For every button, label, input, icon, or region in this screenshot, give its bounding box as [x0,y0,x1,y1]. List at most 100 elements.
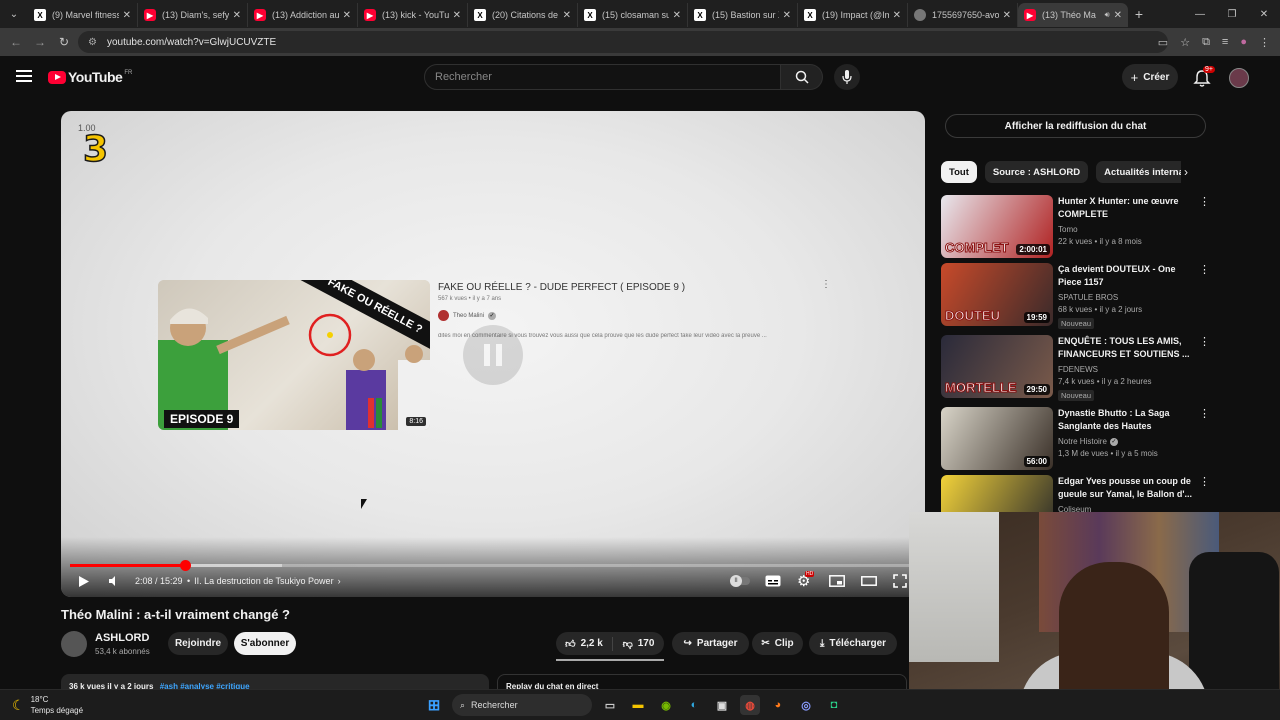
channel-name[interactable]: ASHLORD [95,632,149,644]
join-button[interactable]: Rejoindre [168,632,228,655]
reco-title[interactable]: ENQUÊTE : TOUS LES AMIS, FINANCEURS ET S… [1058,335,1192,361]
bookmark-star-icon[interactable]: ☆ [1180,36,1190,49]
chevron-right-icon[interactable]: › [1184,165,1188,179]
subscribe-button[interactable]: S'abonner [234,632,296,655]
voice-search-button[interactable] [834,64,860,90]
weather-widget[interactable]: ☾ 18°C Temps dégagé [12,694,83,716]
site-info-icon[interactable]: ⚙ [88,37,97,48]
edge-icon[interactable]: ◐ [684,695,704,715]
autoplay-toggle[interactable]: II [730,571,750,591]
scrubber-handle[interactable] [180,560,192,571]
file-explorer-icon[interactable]: ▬ [628,695,648,715]
discord-icon[interactable]: ◎ [796,695,816,715]
search-input[interactable]: Rechercher [424,64,781,90]
chrome-icon[interactable]: ◍ [740,695,760,715]
filter-chip[interactable]: Actualités internatio [1096,161,1181,183]
extensions-icon[interactable]: ⧉ [1202,36,1210,49]
browser-tab[interactable]: ▶ (13) Théo Ma 🔊︎ ✕ [1018,3,1128,27]
store-icon[interactable]: ▣ [712,695,732,715]
youtube-logo[interactable]: YouTube FR [48,69,132,85]
close-tab-icon[interactable]: ✕ [1003,10,1011,21]
menu-hamburger-icon[interactable] [16,70,32,82]
browser-tab[interactable]: ▶ (13) kick - YouTub ✕ [358,3,468,27]
close-tab-icon[interactable]: ✕ [783,10,791,21]
url-field[interactable]: ⚙ youtube.com/watch?v=GlwjUCUVZTE [78,31,1168,53]
progress-bar[interactable] [70,560,916,571]
reload-icon[interactable]: ↻ [52,35,76,49]
search-button[interactable] [781,64,823,90]
app-icon[interactable]: ◘ [824,695,844,715]
play-button[interactable] [78,571,90,591]
miniplayer-button[interactable] [829,571,845,591]
close-tab-icon[interactable]: ✕ [343,10,351,21]
browser-tab[interactable]: ▶ (13) Diam's, sefyu ✕ [138,3,248,27]
account-avatar[interactable] [1229,68,1249,88]
reco-title[interactable]: Ça devient DOUTEUX - One Piece 1157 [1058,263,1192,289]
firefox-icon[interactable]: ◕ [768,695,788,715]
task-view-icon[interactable]: ▭ [600,695,620,715]
dislike-button[interactable]: 👎︎ 170 [613,638,664,650]
filter-chip[interactable]: Source : ASHLORD [984,161,1089,183]
filter-chip[interactable]: Tout [941,161,977,183]
profile-icon[interactable]: ● [1240,36,1247,48]
channel-avatar[interactable] [61,631,87,657]
mute-button[interactable] [108,571,120,591]
recommended-video[interactable]: COMPLET 2:00:01 Hunter X Hunter: une œuvre… [941,195,1210,259]
reco-title[interactable]: Hunter X Hunter: une œuvre COMPLETE [1058,195,1192,221]
browser-tab[interactable]: X (19) Impact (@Im ✕ [798,3,908,27]
back-icon[interactable]: ← [4,35,28,49]
reco-channel[interactable]: Notre Histoire ✓ [1058,437,1118,446]
create-button[interactable]: + Créer [1122,64,1178,90]
close-tab-icon[interactable]: ✕ [893,10,901,21]
reco-thumbnail[interactable]: DOUTEU 19:59 [941,263,1053,326]
browser-tab[interactable]: X (15) Bastion sur X ✕ [688,3,798,27]
chapter-button[interactable]: • II. La destruction de Tsukiyo Power › [183,571,341,591]
browser-menu-icon[interactable]: ⋮ [1259,36,1270,49]
recommended-video[interactable]: MORTELLE 29:50 ENQUÊTE : TOUS LES AMIS, FI… [941,335,1210,401]
recommended-video[interactable]: DOUTEU 19:59 Ça devient DOUTEUX - One Piec… [941,263,1210,329]
video-player[interactable]: 1.00 3 FAKE OU RÉELLE ? EPISODE 9 8:16 F… [61,111,925,597]
close-window-icon[interactable]: ✕ [1248,0,1280,28]
windows-start-icon[interactable]: ⊞ [424,695,444,715]
tab-search-chevron-icon[interactable]: ⌄ [0,0,28,28]
nvidia-icon[interactable]: ◉ [656,695,676,715]
show-chat-replay-button[interactable]: Afficher la rediffusion du chat [945,114,1206,138]
theater-mode-button[interactable] [861,571,877,591]
forward-icon[interactable]: → [28,35,52,49]
browser-tab[interactable]: X (15) closaman sur ✕ [578,3,688,27]
close-tab-icon[interactable]: ✕ [673,10,681,21]
share-button[interactable]: ↪ Partager [672,632,749,655]
more-actions-icon[interactable]: ⋮ [1199,335,1210,348]
cast-icon[interactable]: ▭ [1158,36,1168,49]
reco-channel[interactable]: SPATULE BROS [1058,293,1118,302]
maximize-icon[interactable]: ❐ [1216,0,1248,28]
close-tab-icon[interactable]: ✕ [563,10,571,21]
close-tab-icon[interactable]: ✕ [123,10,131,21]
fullscreen-button[interactable] [893,571,907,591]
close-tab-icon[interactable]: ✕ [453,10,461,21]
reco-title[interactable]: Edgar Yves pousse un coup de gueule sur … [1058,475,1192,501]
close-tab-icon[interactable]: ✕ [1114,10,1122,21]
settings-button[interactable]: ⚙ HD [797,571,815,591]
minimize-icon[interactable]: — [1184,0,1216,28]
like-button[interactable]: 👍︎ 2,2 k [556,636,613,651]
browser-tab[interactable]: X (9) Marvel fitness ✕ [28,3,138,27]
browser-tab[interactable]: X (20) Citations de ✕ [468,3,578,27]
browser-tab[interactable]: ▶ (13) Addiction au ✕ [248,3,358,27]
download-button[interactable]: ⤓ Télécharger [809,632,897,655]
reco-title[interactable]: Dynastie Bhutto : La Saga Sanglante des … [1058,407,1192,435]
more-actions-icon[interactable]: ⋮ [1199,195,1210,208]
reco-channel[interactable]: Tomo [1058,225,1078,234]
audio-playing-icon[interactable]: 🔊︎ [1105,10,1110,20]
media-controls-icon[interactable]: ≡ [1222,36,1228,48]
more-actions-icon[interactable]: ⋮ [1199,263,1210,276]
reco-thumbnail[interactable]: 56:00 [941,407,1053,470]
more-actions-icon[interactable]: ⋮ [1199,407,1210,420]
clip-button[interactable]: ✂ Clip [752,632,803,655]
new-tab-icon[interactable]: + [1128,6,1150,22]
more-actions-icon[interactable]: ⋮ [1199,475,1210,488]
reco-thumbnail[interactable]: MORTELLE 29:50 [941,335,1053,398]
close-tab-icon[interactable]: ✕ [233,10,241,21]
reco-channel[interactable]: FDENEWS [1058,365,1098,374]
browser-tab[interactable]: 1755697650-avoc ✕ [908,3,1018,27]
